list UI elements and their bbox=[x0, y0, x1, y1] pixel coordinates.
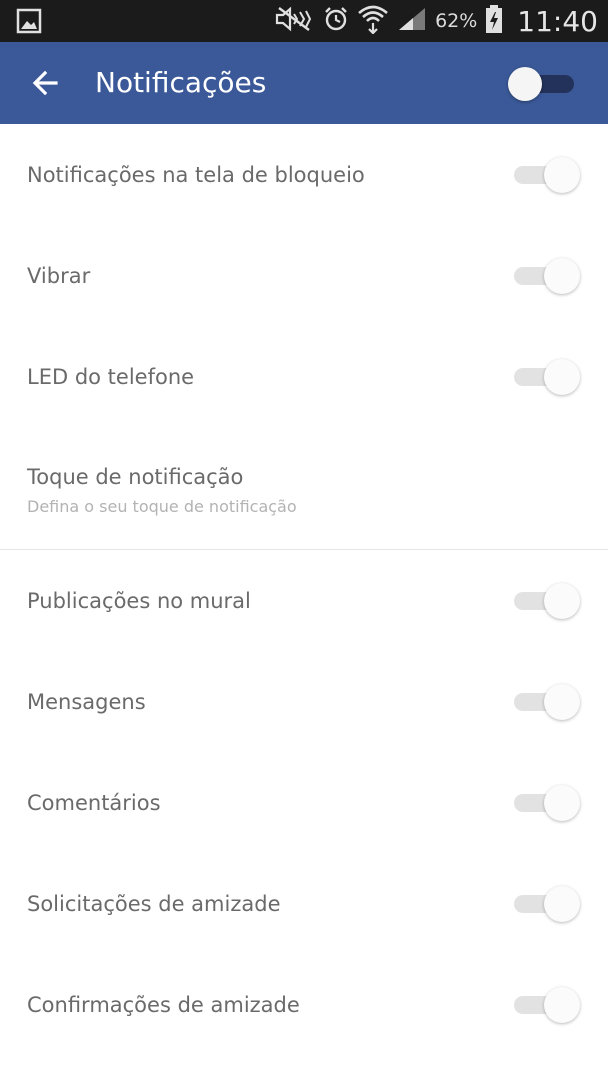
image-notification-icon bbox=[16, 8, 42, 34]
lock-screen-toggle[interactable] bbox=[510, 156, 580, 193]
toggle-thumb bbox=[544, 358, 580, 395]
toggle-thumb bbox=[508, 67, 542, 101]
status-icons: 62% 11:40 bbox=[273, 0, 598, 42]
back-button[interactable] bbox=[26, 63, 66, 103]
status-bar: 62% 11:40 bbox=[0, 0, 608, 42]
toggle-thumb bbox=[544, 784, 580, 821]
toggle-thumb bbox=[544, 582, 580, 619]
setting-label: Solicitações de amizade bbox=[27, 891, 281, 916]
toggle-thumb bbox=[544, 257, 580, 294]
messages-toggle[interactable] bbox=[510, 683, 580, 720]
setting-row-led[interactable]: LED do telefone bbox=[0, 326, 608, 427]
toggle-thumb bbox=[544, 885, 580, 922]
friend-confirmations-toggle[interactable] bbox=[510, 986, 580, 1023]
setting-row-wall-posts[interactable]: Publicações no mural bbox=[0, 550, 608, 651]
battery-charging-icon bbox=[485, 4, 503, 38]
setting-label: LED do telefone bbox=[27, 364, 195, 389]
clock: 11:40 bbox=[517, 4, 598, 38]
setting-row-friend-requests[interactable]: Solicitações de amizade bbox=[0, 853, 608, 954]
page-title: Notificações bbox=[95, 66, 267, 99]
setting-label: Notificações na tela de bloqueio bbox=[27, 162, 365, 187]
battery-percent: 62% bbox=[435, 10, 478, 32]
arrow-back-icon bbox=[32, 70, 58, 96]
tone-title: Toque de notificação bbox=[27, 465, 244, 489]
setting-row-vibrate[interactable]: Vibrar bbox=[0, 225, 608, 326]
setting-row-comments[interactable]: Comentários bbox=[0, 752, 608, 853]
settings-list: Notificações na tela de bloqueio Vibrar … bbox=[0, 124, 608, 1055]
toggle-thumb bbox=[544, 683, 580, 720]
wifi-icon bbox=[357, 4, 389, 38]
setting-label: Confirmações de amizade bbox=[27, 992, 300, 1017]
toggle-thumb bbox=[544, 986, 580, 1023]
setting-label: Publicações no mural bbox=[27, 588, 251, 613]
signal-icon bbox=[397, 6, 427, 36]
led-toggle[interactable] bbox=[510, 358, 580, 395]
comments-toggle[interactable] bbox=[510, 784, 580, 821]
vibrate-toggle[interactable] bbox=[510, 257, 580, 294]
setting-label: Vibrar bbox=[27, 263, 91, 288]
master-notifications-toggle[interactable] bbox=[508, 67, 578, 101]
setting-row-lock-screen[interactable]: Notificações na tela de bloqueio bbox=[0, 124, 608, 225]
mute-icon bbox=[273, 6, 315, 36]
setting-row-messages[interactable]: Mensagens bbox=[0, 651, 608, 752]
tone-subtitle: Defina o seu toque de notificação bbox=[27, 497, 297, 516]
setting-label: Comentários bbox=[27, 790, 161, 815]
setting-label: Mensagens bbox=[27, 689, 146, 714]
setting-row-notification-tone[interactable]: Toque de notificação Defina o seu toque … bbox=[0, 427, 608, 549]
alarm-icon bbox=[323, 6, 349, 36]
friend-requests-toggle[interactable] bbox=[510, 885, 580, 922]
wall-posts-toggle[interactable] bbox=[510, 582, 580, 619]
app-bar: Notificações bbox=[0, 42, 608, 124]
toggle-thumb bbox=[544, 156, 580, 193]
setting-row-friend-confirmations[interactable]: Confirmações de amizade bbox=[0, 954, 608, 1055]
